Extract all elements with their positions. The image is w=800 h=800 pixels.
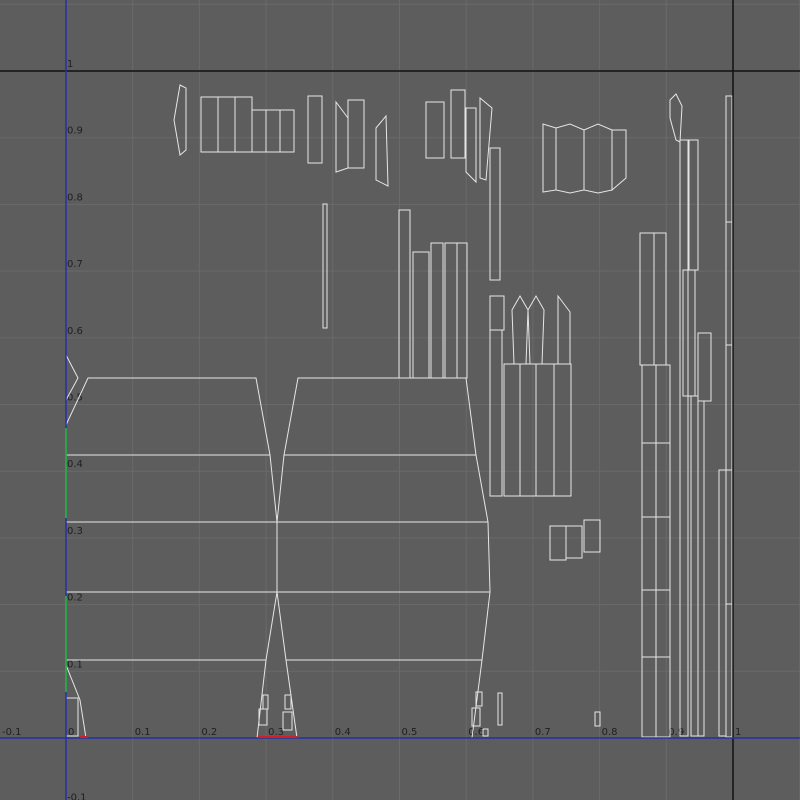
u-tick-label: 0.7 [535, 727, 551, 738]
uv-face[interactable] [430, 242, 444, 379]
v-tick-label: 0.4 [67, 459, 83, 470]
u-tick-label: 0.6 [468, 727, 484, 738]
uv-shell-barrel-left[interactable] [65, 354, 278, 739]
uv-face[interactable] [697, 332, 712, 402]
uv-shell-barrel-right[interactable] [276, 377, 491, 739]
u-tick-label: 1 [735, 727, 741, 738]
u-tick-label: 0.5 [402, 727, 418, 738]
u-tick-label: 0.1 [135, 727, 151, 738]
uv-face[interactable] [583, 123, 613, 194]
uv-face[interactable] [519, 363, 537, 497]
uv-face[interactable] [65, 377, 271, 456]
uv-face[interactable] [283, 377, 477, 456]
uv-face[interactable] [549, 525, 567, 561]
uv-face[interactable] [489, 147, 501, 281]
uv-face[interactable] [335, 100, 349, 173]
uv-shell-hexstrip[interactable] [542, 123, 627, 194]
uv-face[interactable] [200, 96, 219, 153]
uv-face[interactable] [542, 123, 557, 193]
uv-face[interactable] [444, 242, 458, 379]
uv-face[interactable] [690, 395, 699, 737]
u-tick-label: 0.4 [335, 727, 351, 738]
uv-face[interactable] [456, 242, 468, 379]
uv-face[interactable] [725, 95, 733, 738]
uv-face[interactable] [583, 519, 601, 553]
uv-face[interactable] [669, 93, 683, 143]
uv-face[interactable] [653, 232, 667, 366]
u-tick-label: 0.2 [201, 727, 217, 738]
uv-face[interactable] [565, 525, 583, 559]
uv-face[interactable] [682, 269, 696, 397]
uv-face[interactable] [450, 89, 466, 159]
u-axis-labels: -0.1 0 0.1 0.2 0.3 0.4 0.5 0.6 0.7 0.8 0.9 1 [2, 727, 741, 738]
uv-face[interactable] [282, 711, 293, 731]
v-tick-label: -0.1 [67, 793, 87, 800]
uv-face[interactable] [555, 123, 585, 194]
uv-face[interactable] [553, 363, 572, 497]
uv-editor-viewport[interactable]: -0.1 0 0.1 0.2 0.3 0.4 0.5 0.6 0.7 0.8 0.9 1 -0.1 0.… [0, 0, 800, 800]
uv-face[interactable] [284, 694, 292, 710]
u-tick-label: 0.8 [602, 727, 618, 738]
uv-shell-group-right[interactable] [639, 93, 733, 738]
v-tick-label: 0.6 [67, 326, 83, 337]
uv-face[interactable] [557, 294, 571, 365]
uv-face[interactable] [398, 209, 411, 379]
uv-face[interactable] [611, 129, 627, 192]
uv-face[interactable] [497, 692, 503, 726]
uv-face[interactable] [234, 96, 253, 153]
uv-edge[interactable] [256, 454, 278, 739]
uv-shell-thin-strips[interactable] [322, 203, 468, 379]
uv-face[interactable] [217, 96, 236, 153]
uv-face[interactable] [511, 294, 529, 365]
uv-edge[interactable] [276, 454, 298, 739]
v-axis-labels: -0.10.10.20.30.40.50.60.70.80.91 [67, 59, 87, 800]
uv-face[interactable] [503, 363, 521, 497]
uv-face[interactable] [639, 232, 655, 366]
v-tick-label: 0.7 [67, 259, 83, 270]
uv-canvas[interactable]: -0.1 0 0.1 0.2 0.3 0.4 0.5 0.6 0.7 0.8 0.9 1 -0.10.… [0, 0, 800, 800]
v-tick-label: 0.2 [67, 593, 83, 604]
uv-face[interactable] [307, 95, 323, 164]
uv-face[interactable] [718, 469, 727, 737]
uv-face[interactable] [641, 364, 657, 738]
v-tick-label: 0.9 [67, 126, 83, 137]
uv-edge[interactable] [471, 454, 491, 739]
v-tick-label: 1 [67, 59, 73, 70]
uv-face[interactable] [347, 99, 365, 169]
uv-face[interactable] [465, 107, 477, 184]
uv-face[interactable] [655, 364, 671, 738]
v-tick-label: 0.1 [67, 659, 83, 670]
uv-face[interactable] [322, 203, 328, 329]
uv-face[interactable] [265, 109, 281, 153]
v-tick-label: 0.3 [67, 526, 83, 537]
v-tick-label: 0.8 [67, 192, 83, 203]
uv-face[interactable] [688, 139, 699, 271]
uv-shell-group-middle[interactable] [489, 294, 601, 727]
uv-face[interactable] [679, 139, 689, 737]
uv-face[interactable] [251, 109, 267, 153]
uv-face[interactable] [535, 363, 555, 497]
uv-face[interactable] [425, 101, 445, 159]
uv-face[interactable] [279, 109, 295, 153]
uv-shell-group-top[interactable] [173, 84, 501, 281]
uv-face[interactable] [527, 294, 545, 365]
uv-face[interactable] [697, 400, 705, 737]
uv-face[interactable] [262, 694, 269, 710]
uv-face[interactable] [489, 295, 505, 331]
uv-face[interactable] [375, 114, 389, 187]
u-tick-label: -0.1 [2, 727, 22, 738]
uv-face[interactable] [173, 84, 187, 156]
